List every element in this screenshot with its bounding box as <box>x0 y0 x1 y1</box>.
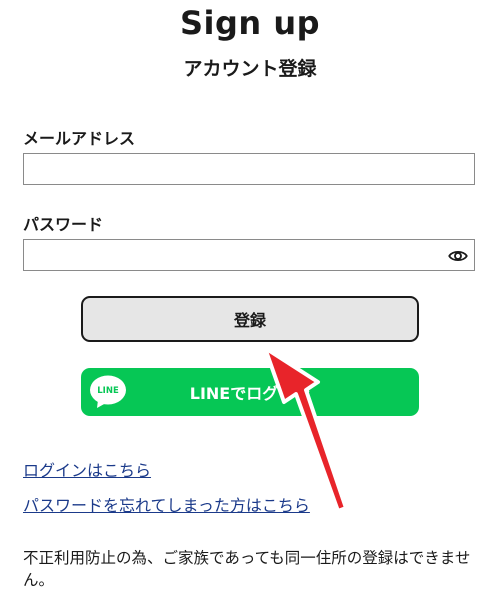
forgot-password-link[interactable]: パスワードを忘れてしまった方はこちら <box>23 492 310 516</box>
email-field-wrapper <box>23 153 475 185</box>
register-button[interactable]: 登録 <box>81 296 419 342</box>
line-logo-text: LINE <box>97 386 119 396</box>
page-subtitle: アカウント登録 <box>183 58 317 80</box>
email-label: メールアドレス <box>23 129 136 148</box>
password-field-wrapper <box>23 239 475 271</box>
line-login-button[interactable]: LINE LINEでログイン <box>81 368 419 416</box>
page-title: Sign up <box>179 4 321 42</box>
register-button-label: 登録 <box>233 311 266 330</box>
eye-icon[interactable] <box>448 246 468 266</box>
password-label: パスワード <box>23 215 104 234</box>
password-field[interactable] <box>24 240 474 270</box>
line-login-label: LINEでログイン <box>189 384 311 403</box>
notice-text: 不正利用防止の為、ご家族であっても同一住所の登録はできません。 <box>23 549 471 589</box>
login-link[interactable]: ログインはこちら <box>23 457 151 481</box>
email-field[interactable] <box>24 154 474 184</box>
